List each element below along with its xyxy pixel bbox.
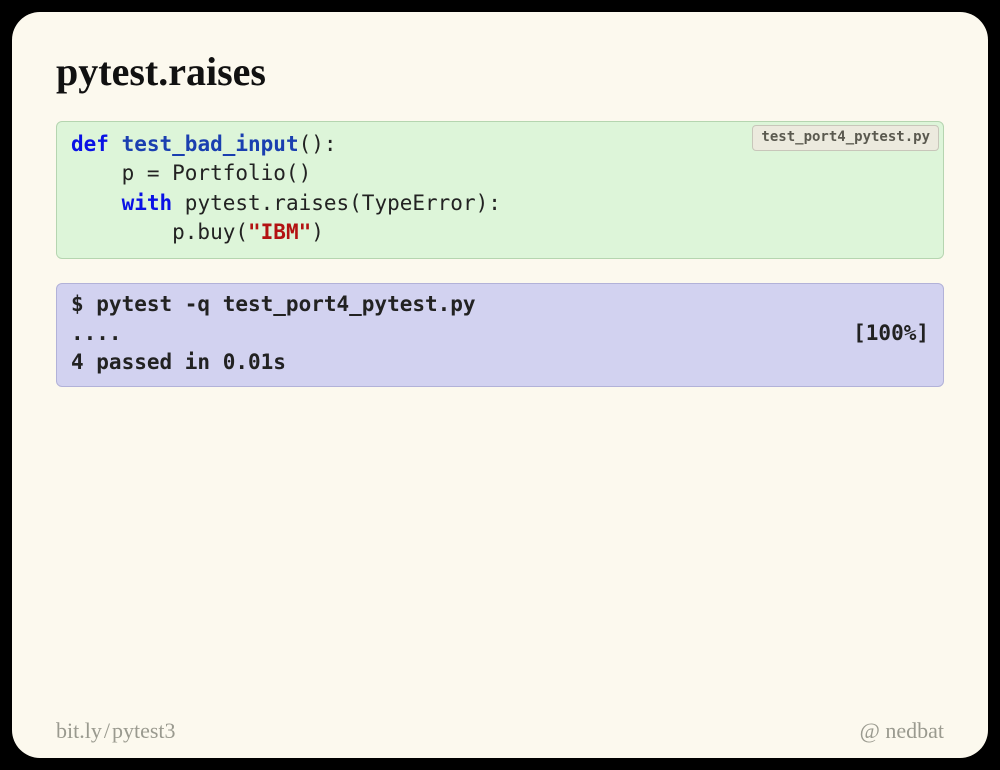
shell-progress-line: .... [100%] bbox=[71, 319, 929, 348]
footer-left: bit.ly/pytest3 bbox=[56, 718, 176, 744]
code-text: pytest.raises(TypeError): bbox=[172, 191, 501, 215]
footer-handle: nedbat bbox=[885, 718, 944, 743]
code-text: p.buy( bbox=[71, 220, 248, 244]
code-line: p = Portfolio() bbox=[71, 161, 311, 185]
file-tag: test_port4_pytest.py bbox=[752, 125, 939, 151]
footer-right: @ nedbat bbox=[860, 718, 944, 744]
shell-block: $ pytest -q test_port4_pytest.py .... [1… bbox=[56, 283, 944, 387]
code-block: test_port4_pytest.py def test_bad_input(… bbox=[56, 121, 944, 259]
slide-title: pytest.raises bbox=[56, 48, 944, 95]
footer: bit.ly/pytest3 @ nedbat bbox=[56, 718, 944, 744]
shell-result: 4 passed in 0.01s bbox=[71, 348, 929, 377]
string-literal: "IBM" bbox=[248, 220, 311, 244]
footer-separator: / bbox=[104, 718, 110, 743]
keyword-with: with bbox=[122, 191, 173, 215]
footer-at: @ bbox=[860, 718, 880, 743]
footer-left-prefix: bit.ly bbox=[56, 718, 102, 743]
code-text: ) bbox=[311, 220, 324, 244]
shell-percent: [100%] bbox=[853, 319, 929, 348]
function-name: test_bad_input bbox=[122, 132, 299, 156]
footer-left-suffix: pytest3 bbox=[112, 718, 176, 743]
slide: pytest.raises test_port4_pytest.py def t… bbox=[12, 12, 988, 758]
shell-command: $ pytest -q test_port4_pytest.py bbox=[71, 290, 929, 319]
shell-dots: .... bbox=[71, 319, 122, 348]
keyword-def: def bbox=[71, 132, 109, 156]
code-text: (): bbox=[299, 132, 337, 156]
